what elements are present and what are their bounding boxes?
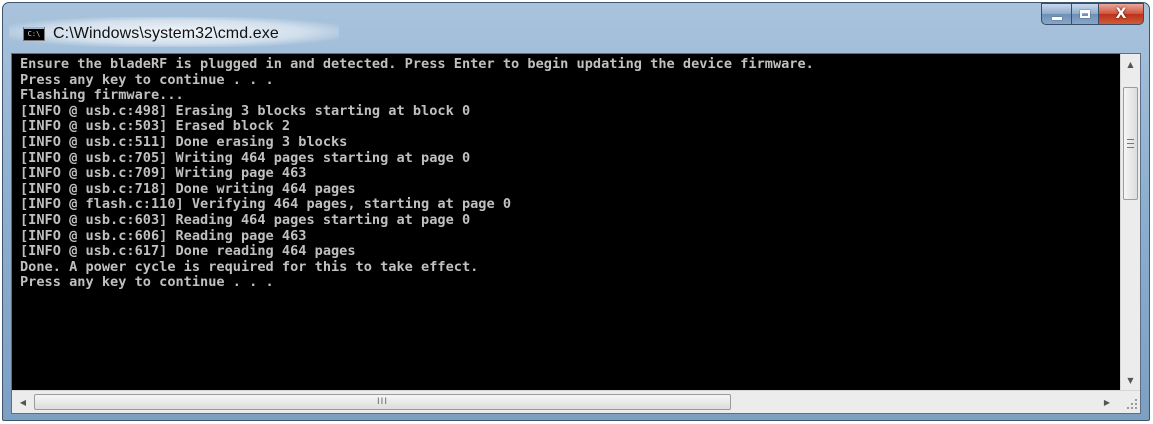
maximize-icon [1080, 10, 1090, 18]
console-line: [INFO @ usb.c:603] Reading 464 pages sta… [20, 211, 471, 228]
minimize-button[interactable] [1041, 3, 1071, 25]
vertical-scroll-thumb[interactable] [1123, 87, 1138, 200]
caption-buttons: X [1041, 3, 1144, 29]
cmd-app-icon-label: C:\ [24, 27, 44, 39]
console-line: [INFO @ usb.c:617] Done reading 464 page… [20, 243, 356, 260]
window-title: C:\Windows\system32\cmd.exe [53, 25, 279, 42]
console-line: Flashing firmware... [20, 87, 184, 104]
console-line: Ensure the bladeRF is plugged in and det… [20, 56, 814, 72]
console-line: [INFO @ usb.c:503] Erased block 2 [20, 118, 291, 135]
horizontal-grip-icon: III [377, 396, 388, 407]
vertical-grip-icon [1127, 139, 1134, 148]
console-line: [INFO @ usb.c:718] Done writing 464 page… [20, 180, 356, 197]
maximize-button[interactable] [1071, 3, 1098, 25]
client-area: Ensure the bladeRF is plugged in and det… [11, 53, 1141, 414]
console-text: Ensure the bladeRF is plugged in and det… [12, 54, 1120, 291]
console-line: [INFO @ usb.c:511] Done erasing 3 blocks [20, 133, 348, 150]
scroll-left-icon[interactable]: ◀ [14, 394, 32, 410]
console-line: [INFO @ flash.c:110] Verifying 464 pages… [20, 196, 512, 213]
console-output[interactable]: Ensure the bladeRF is plugged in and det… [12, 54, 1120, 390]
title-bar[interactable]: C:\ C:\Windows\system32\cmd.exe X [3, 3, 1149, 52]
console-line: Done. A power cycle is required for this… [20, 258, 479, 275]
console-line: [INFO @ usb.c:606] Reading page 463 [20, 227, 307, 244]
horizontal-scroll-thumb[interactable]: III [34, 394, 731, 410]
cmd-window: C:\ C:\Windows\system32\cmd.exe X Ensure… [2, 2, 1150, 421]
console-line: [INFO @ usb.c:705] Writing 464 pages sta… [20, 149, 471, 166]
close-icon: X [1115, 6, 1127, 22]
size-grip[interactable] [1120, 390, 1140, 413]
vertical-scrollbar[interactable]: ▲ ▼ [1120, 54, 1140, 390]
console-line: [INFO @ usb.c:709] Writing page 463 [20, 165, 307, 182]
scroll-right-icon[interactable]: ▶ [1098, 394, 1116, 410]
console-line: [INFO @ usb.c:498] Erasing 3 blocks star… [20, 102, 471, 119]
horizontal-scrollbar[interactable]: ◀ III ▶ [12, 390, 1120, 413]
scroll-down-icon[interactable]: ▼ [1121, 370, 1140, 390]
cmd-app-icon[interactable]: C:\ [23, 27, 45, 41]
close-button[interactable]: X [1098, 3, 1144, 25]
console-line: Press any key to continue . . . [20, 274, 274, 291]
scroll-up-icon[interactable]: ▲ [1121, 54, 1140, 74]
minimize-icon [1051, 16, 1062, 20]
console-line: Press any key to continue . . . [20, 71, 274, 88]
